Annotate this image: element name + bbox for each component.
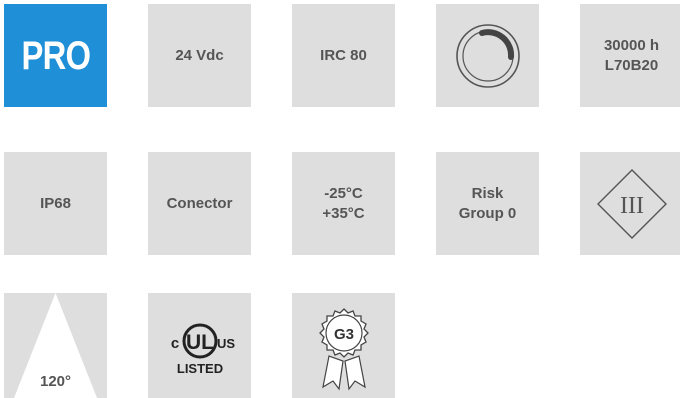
cri-label: IRC 80 (320, 46, 367, 64)
lifetime-hours: 30000 h (603, 36, 660, 54)
ul-listed-icon: UL c US LISTED (170, 323, 235, 376)
pro-label: PRO (21, 33, 90, 78)
voltage-tile: 24 Vdc (148, 4, 251, 107)
ul-listed-tile: UL c US LISTED (148, 293, 251, 398)
ul-mark: UL (186, 331, 214, 354)
temperature-min: -25°C (324, 184, 363, 202)
beam-angle-tile: 120° (4, 293, 107, 398)
voltage-label: 24 Vdc (175, 46, 224, 64)
g3-label: G3 (333, 326, 353, 343)
ul-us: US (216, 336, 234, 351)
ip-rating-tile: IP68 (4, 152, 107, 255)
cri-tile: IRC 80 (292, 4, 395, 107)
risk-label: Risk (471, 184, 504, 202)
risk-group-label: Group 0 (458, 204, 517, 222)
beam-angle-label: 120° (39, 373, 72, 390)
ul-c: c (170, 335, 178, 352)
class-iii-diamond-icon: III (596, 168, 667, 239)
lifetime-rating: L70B20 (604, 56, 659, 74)
g3-tile: G3 (292, 293, 395, 398)
temperature-tile: -25°C +35°C (292, 152, 395, 255)
class-iii-text: III (620, 193, 644, 219)
dimmer-knob-icon (455, 23, 520, 88)
risk-group-tile: Risk Group 0 (436, 152, 539, 255)
ip-rating-label: IP68 (40, 194, 71, 212)
lifetime-tile: 30000 h L70B20 (580, 4, 680, 107)
pro-badge: PRO (4, 4, 107, 107)
connector-tile: Conector (148, 152, 251, 255)
temperature-max: +35°C (322, 204, 365, 222)
rosette-badge-icon: G3 (318, 307, 369, 391)
ul-listed-text: LISTED (176, 361, 222, 376)
class-iii-tile: III (580, 152, 680, 255)
connector-label: Conector (166, 194, 233, 212)
dimmer-tile (436, 4, 539, 107)
